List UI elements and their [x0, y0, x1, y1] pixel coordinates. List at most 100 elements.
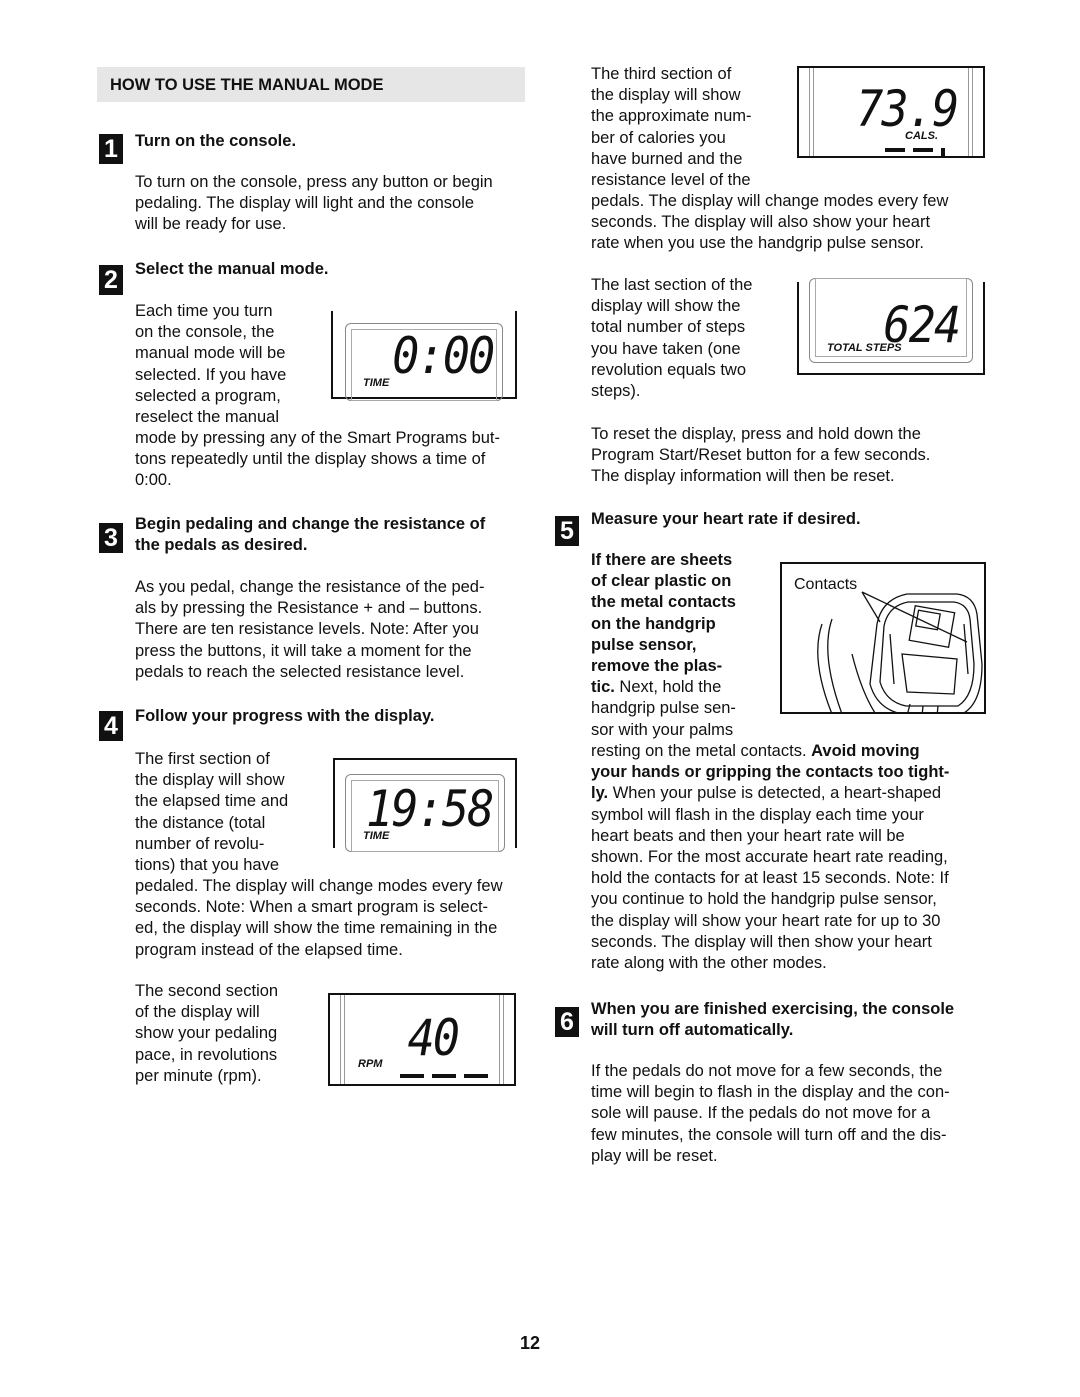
handgrip-figure: Contacts	[780, 562, 986, 714]
section-header-title: HOW TO USE THE MANUAL MODE	[110, 76, 384, 94]
text-line: of clear plastic on	[591, 572, 732, 591]
step-4-first-beside: The first section of the display will sh…	[135, 749, 288, 876]
text-line: If there are sheets	[591, 551, 733, 569]
step-1-body: To turn on the console, press any button…	[135, 172, 493, 236]
text-line: selected. If you have	[135, 365, 287, 384]
text-line: resistance level of the	[591, 171, 751, 190]
lcd-unit-label: CALS.	[905, 130, 938, 142]
text-span: When your pulse is detected, a heart-sha…	[608, 784, 942, 803]
step-5-body-beside: If there are sheets of clear plastic on …	[591, 550, 736, 741]
section-header: HOW TO USE THE MANUAL MODE	[97, 67, 525, 102]
text-line: your hands or gripping the contacts too …	[591, 763, 950, 782]
bold-span: ly.	[591, 784, 609, 803]
lcd-digits: 0:00	[391, 327, 495, 385]
text-line: As you pedal, change the resistance of t…	[135, 578, 485, 596]
page-number: 12	[520, 1333, 541, 1353]
text-line: Program Start/Reset button for a few sec…	[591, 446, 931, 465]
step-6-title: When you are finished exercising, the co…	[591, 999, 954, 1041]
text-line: ber of calories you	[591, 128, 726, 147]
step-4-first-body: pedaled. The display will change modes e…	[135, 876, 503, 961]
step-4-reset-body: To reset the display, press and hold dow…	[591, 424, 930, 488]
lcd-unit-label: TIME	[363, 377, 390, 389]
step-4-third-beside: The third section of the display will sh…	[591, 64, 752, 191]
text-line: number of revolu-	[135, 834, 265, 853]
title-line: will turn off automatically.	[591, 1021, 794, 1040]
text-line: pedals to reach the selected resistance …	[135, 662, 465, 681]
text-line: the elapsed time and	[135, 792, 289, 811]
step-2-badge: 2	[99, 265, 123, 295]
text-line: per minute (rpm).	[135, 1066, 262, 1085]
text-line: symbol will flash in the display each ti…	[591, 805, 924, 824]
text-line: To turn on the console, press any button…	[135, 173, 493, 191]
text-line: the distance (total	[135, 813, 266, 832]
step-2-title: Select the manual mode.	[135, 260, 329, 278]
text-line: rate when you use the handgrip pulse sen…	[591, 234, 924, 253]
lcd-unit-label: TOTAL STEPS	[827, 342, 902, 354]
step-2-body: mode by pressing any of the Smart Progra…	[135, 428, 500, 492]
step-6-body: If the pedals do not move for a few seco…	[591, 1061, 950, 1167]
lcd-display-time-0: 0:00 TIME	[331, 311, 517, 401]
text-line: program instead of the elapsed time.	[135, 940, 403, 959]
text-line: press the buttons, it will take a moment…	[135, 641, 472, 660]
text-line: seconds. The display will then show your…	[591, 932, 932, 951]
lcd-digits: 40	[407, 1009, 459, 1067]
text-line: will be ready for use.	[135, 215, 287, 234]
lcd-digits: 73.9	[855, 80, 959, 138]
text-line: pedaling. The display will light and the…	[135, 194, 475, 213]
text-span: Next, hold the	[614, 678, 722, 697]
text-line: manual mode will be	[135, 344, 286, 363]
text-line: pedals. The display will change modes ev…	[591, 192, 949, 210]
text-line: handgrip pulse sen-	[591, 699, 736, 718]
lcd-unit-label: RPM	[358, 1058, 383, 1070]
text-line: als by pressing the Resistance + and – b…	[135, 599, 483, 618]
text-line: mode by pressing any of the Smart Progra…	[135, 429, 500, 447]
text-line: steps).	[591, 382, 641, 401]
text-line: pulse sensor,	[591, 635, 697, 654]
step-5-badge: 5	[555, 516, 579, 546]
text-line: hold the contacts for at least 15 second…	[591, 869, 949, 888]
text-line: remove the plas-	[591, 657, 723, 676]
text-line: The second section	[135, 982, 279, 1000]
step-4-badge: 4	[99, 711, 123, 741]
text-line: There are ten resistance levels. Note: A…	[135, 620, 479, 639]
text-line: the display will show	[591, 86, 741, 105]
step-4-second-beside: The second section of the display will s…	[135, 981, 278, 1087]
text-line: the approximate num-	[591, 107, 752, 126]
text-line: on the handgrip	[591, 614, 716, 633]
text-line: display will show the	[591, 297, 741, 316]
step-2-body-beside: Each time you turn on the console, the m…	[135, 301, 286, 428]
text-line: sor with your palms	[591, 720, 734, 739]
text-line: seconds. Note: When a smart program is s…	[135, 898, 489, 917]
step-1-badge: 1	[99, 134, 123, 164]
step-3-body: As you pedal, change the resistance of t…	[135, 577, 484, 683]
text-line: show your pedaling	[135, 1024, 278, 1043]
text-line: tions) that you have	[135, 856, 280, 875]
text-line: pedaled. The display will change modes e…	[135, 877, 503, 895]
text-line: have burned and the	[591, 149, 743, 168]
text-line: The display information will then be res…	[591, 467, 895, 486]
step-5-title: Measure your heart rate if desired.	[591, 510, 861, 528]
text-line: resting on the metal contacts. Avoid mov…	[591, 741, 949, 762]
bold-span: tic.	[591, 678, 615, 697]
text-line: the display will show your heart rate fo…	[591, 911, 941, 930]
lcd-digits: 19:58	[366, 780, 495, 838]
text-line: To reset the display, press and hold dow…	[591, 425, 921, 443]
text-line: pace, in revolutions	[135, 1045, 278, 1064]
text-line: on the console, the	[135, 323, 275, 342]
text-line: rate along with the other modes.	[591, 954, 827, 973]
title-line: When you are finished exercising, the co…	[591, 1000, 955, 1018]
text-line: revolution equals two	[591, 360, 747, 379]
step-4-title: Follow your progress with the display.	[135, 707, 435, 725]
text-line: ly. When your pulse is detected, a heart…	[591, 783, 949, 804]
text-line: the display will show	[135, 771, 285, 790]
console-illustration	[817, 591, 983, 712]
text-line: time will begin to flash in the display …	[591, 1083, 950, 1102]
text-line: play will be reset.	[591, 1146, 718, 1165]
text-line: selected a program,	[135, 386, 281, 405]
lcd-display-calories: 73.9 CALS.	[797, 66, 985, 158]
step-4-third-body: pedals. The display will change modes ev…	[591, 191, 948, 255]
title-line: Begin pedaling and change the resistance…	[135, 515, 486, 533]
text-line: few minutes, the console will turn off a…	[591, 1125, 947, 1144]
text-line: ed, the display will show the time remai…	[135, 919, 498, 938]
text-span: resting on the metal contacts.	[591, 742, 812, 760]
